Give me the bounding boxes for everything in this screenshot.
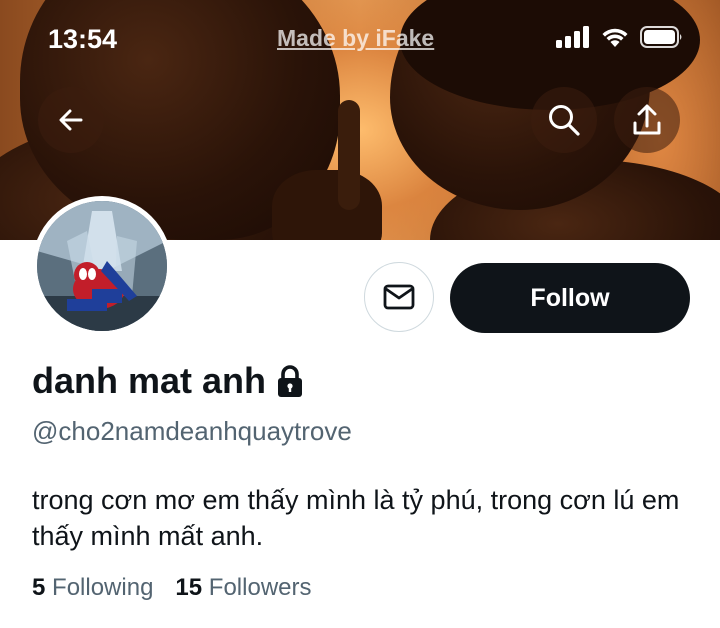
display-name-text: danh mat anh: [32, 360, 267, 401]
followers-link[interactable]: 15 Followers: [175, 574, 311, 602]
banner-hand: [272, 170, 382, 240]
avatar-picture: [37, 201, 167, 331]
message-button[interactable]: [364, 262, 434, 332]
following-count: 5: [32, 574, 46, 601]
status-bar: 13:54 Made by iFake: [0, 0, 720, 78]
lock-icon: [278, 365, 303, 397]
back-arrow-icon: [59, 109, 83, 131]
status-time: 13:54: [48, 24, 118, 54]
followers-count: 15: [175, 574, 203, 601]
share-button[interactable]: [614, 87, 680, 153]
wifi-icon: [602, 28, 628, 47]
profile-avatar[interactable]: [32, 196, 172, 336]
signal-icon: [556, 26, 589, 48]
battery-icon: [640, 26, 682, 48]
mail-icon: [383, 284, 415, 310]
banner-finger: [338, 100, 360, 210]
followers-label: Followers: [208, 574, 312, 601]
profile-bio: trong cơn mơ em thấy mình là tỷ phú, tro…: [32, 485, 680, 551]
profile-stats: 5 Following 15 Followers: [32, 574, 312, 602]
search-button[interactable]: [531, 87, 597, 153]
share-icon: [633, 104, 661, 135]
search-icon: [549, 105, 580, 136]
following-label: Following: [52, 574, 154, 601]
watermark-text: Made by iFake: [277, 25, 435, 51]
profile-handle: @cho2namdeanhquaytrove: [32, 416, 352, 446]
follow-button[interactable]: Follow: [450, 263, 690, 333]
following-link[interactable]: 5 Following: [32, 574, 153, 602]
avatar-image: [37, 201, 167, 331]
status-icons: [556, 26, 684, 48]
back-button[interactable]: [38, 87, 104, 153]
display-name: danh mat anh: [32, 360, 306, 402]
